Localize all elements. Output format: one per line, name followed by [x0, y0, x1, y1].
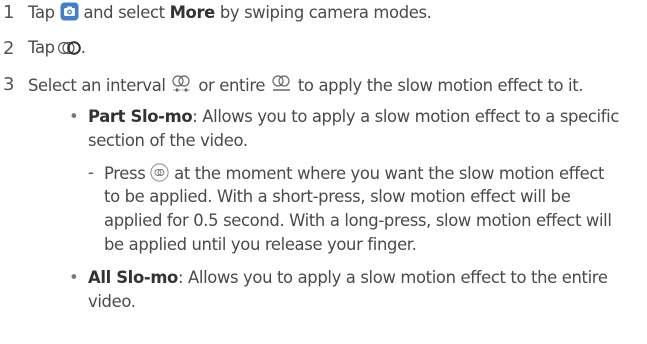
step-3-pre: Select an interval — [28, 76, 166, 95]
step-1-text: Tap and select More by swiping camera mo… — [28, 2, 432, 26]
step-3-mid: or entire — [198, 76, 266, 95]
step-number: 2 — [3, 38, 15, 59]
bullet-desc: : Allows you to apply a slow motion effe… — [192, 107, 619, 126]
step-2-text: Tap . — [28, 38, 86, 61]
instruction-page: 1 Tap and select More by swiping camera … — [0, 0, 647, 344]
bullet-dot: • — [69, 268, 79, 287]
bullet-term: Part Slo-mo — [88, 107, 193, 126]
bullet-all-slo-mo: All Slo-mo: Allows you to apply a slow m… — [88, 268, 608, 288]
sub-item-line: applied for 0.5 second. With a long-pres… — [104, 211, 612, 230]
all-slo-mo-icon — [270, 74, 293, 99]
step-2-pre: Tap — [28, 38, 55, 57]
slow-motion-mode-icon — [57, 40, 81, 61]
sub-line1: at the moment where you want the slow mo… — [174, 164, 605, 183]
step-1-pre: Tap — [28, 3, 55, 22]
step-1-post: by swiping camera modes. — [219, 3, 432, 22]
sub-item-line: Press at the moment where you want the s… — [104, 163, 604, 187]
step-3-text: Select an interval or entire to apply th… — [28, 74, 584, 99]
bullet-dot: • — [69, 107, 79, 126]
camera-app-icon — [60, 2, 79, 26]
sub-item-line: to be applied. With a short-press, slow … — [104, 187, 571, 206]
step-2-post: . — [80, 38, 86, 57]
slow-motion-button-icon — [150, 163, 169, 187]
step-3-post: to apply the slow motion effect to it. — [297, 76, 584, 95]
step-1-bold: More — [169, 3, 216, 22]
sub-item-dash: - — [88, 163, 94, 182]
bullet-desc-line: section of the video. — [88, 131, 248, 150]
part-slo-mo-icon — [170, 74, 193, 99]
bullet-term: All Slo-mo — [88, 268, 178, 287]
step-number: 1 — [3, 2, 15, 23]
bullet-desc: : Allows you to apply a slow motion effe… — [177, 268, 608, 287]
step-number: 3 — [3, 74, 15, 95]
sub-pre: Press — [104, 164, 146, 183]
bullet-desc-line: video. — [88, 292, 136, 311]
step-1-mid: and select — [83, 3, 165, 22]
bullet-part-slo-mo: Part Slo-mo: Allows you to apply a slow … — [88, 107, 619, 127]
sub-item-line: be applied until you release your finger… — [104, 235, 417, 254]
